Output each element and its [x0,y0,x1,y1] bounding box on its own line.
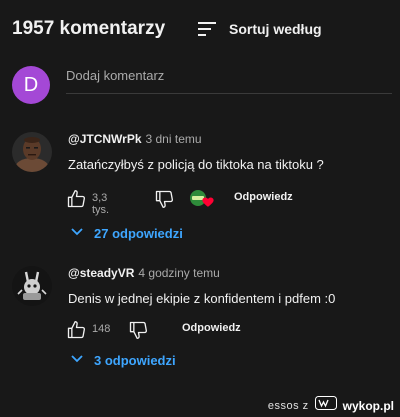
dislike-icon[interactable] [126,318,150,342]
comment-author[interactable]: @JTCNWrPk [68,132,142,146]
watermark: essos z wykop.pl [268,396,394,415]
like-icon[interactable] [64,318,88,342]
view-replies-button[interactable]: 27 odpowiedzi [70,224,183,242]
add-comment-row: D Dodaj komentarz [12,66,392,106]
chevron-down-icon [70,224,84,242]
comment-meta: @JTCNWrPk 3 dni temu [68,130,202,148]
avatar: D [12,66,50,104]
comment-author[interactable]: @steadyVR [68,266,134,280]
comment-text: Denis w jednej ekipie z konfidentem i pd… [68,291,336,306]
avatar[interactable] [12,132,52,172]
chevron-down-icon [70,351,84,369]
comment-time[interactable]: 3 dni temu [146,132,202,146]
like-count: 3,3 tys. [92,192,110,216]
replies-label: 27 odpowiedzi [94,225,183,241]
sort-button[interactable]: Sortuj według [198,16,322,42]
like-icon[interactable] [64,187,88,211]
reply-button[interactable]: Odpowiedz [234,191,293,203]
comments-header: 1957 komentarzy Sortuj według [12,14,392,44]
sort-icon [198,21,220,37]
wykop-logo-icon [314,396,337,415]
sort-label: Sortuj według [229,21,322,37]
watermark-site: wykop.pl [342,398,394,413]
watermark-user: essos z [267,399,309,412]
add-comment-input[interactable]: Dodaj komentarz [66,66,392,94]
comment-meta: @steadyVR 4 godziny temu [68,264,220,282]
reply-button[interactable]: Odpowiedz [182,322,241,334]
like-count: 148 [92,323,111,335]
view-replies-button[interactable]: 3 odpowiedzi [70,351,176,369]
replies-label: 3 odpowiedzi [94,352,176,368]
comment-count: 1957 komentarzy [12,18,166,39]
avatar[interactable] [12,266,52,306]
creator-heart-icon [188,188,216,212]
add-comment-placeholder: Dodaj komentarz [66,68,165,83]
comment-time[interactable]: 4 godziny temu [138,266,219,280]
dislike-icon[interactable] [152,187,176,211]
comment-text: Zatańczyłbyś z policją do tiktoka na tik… [68,157,324,172]
